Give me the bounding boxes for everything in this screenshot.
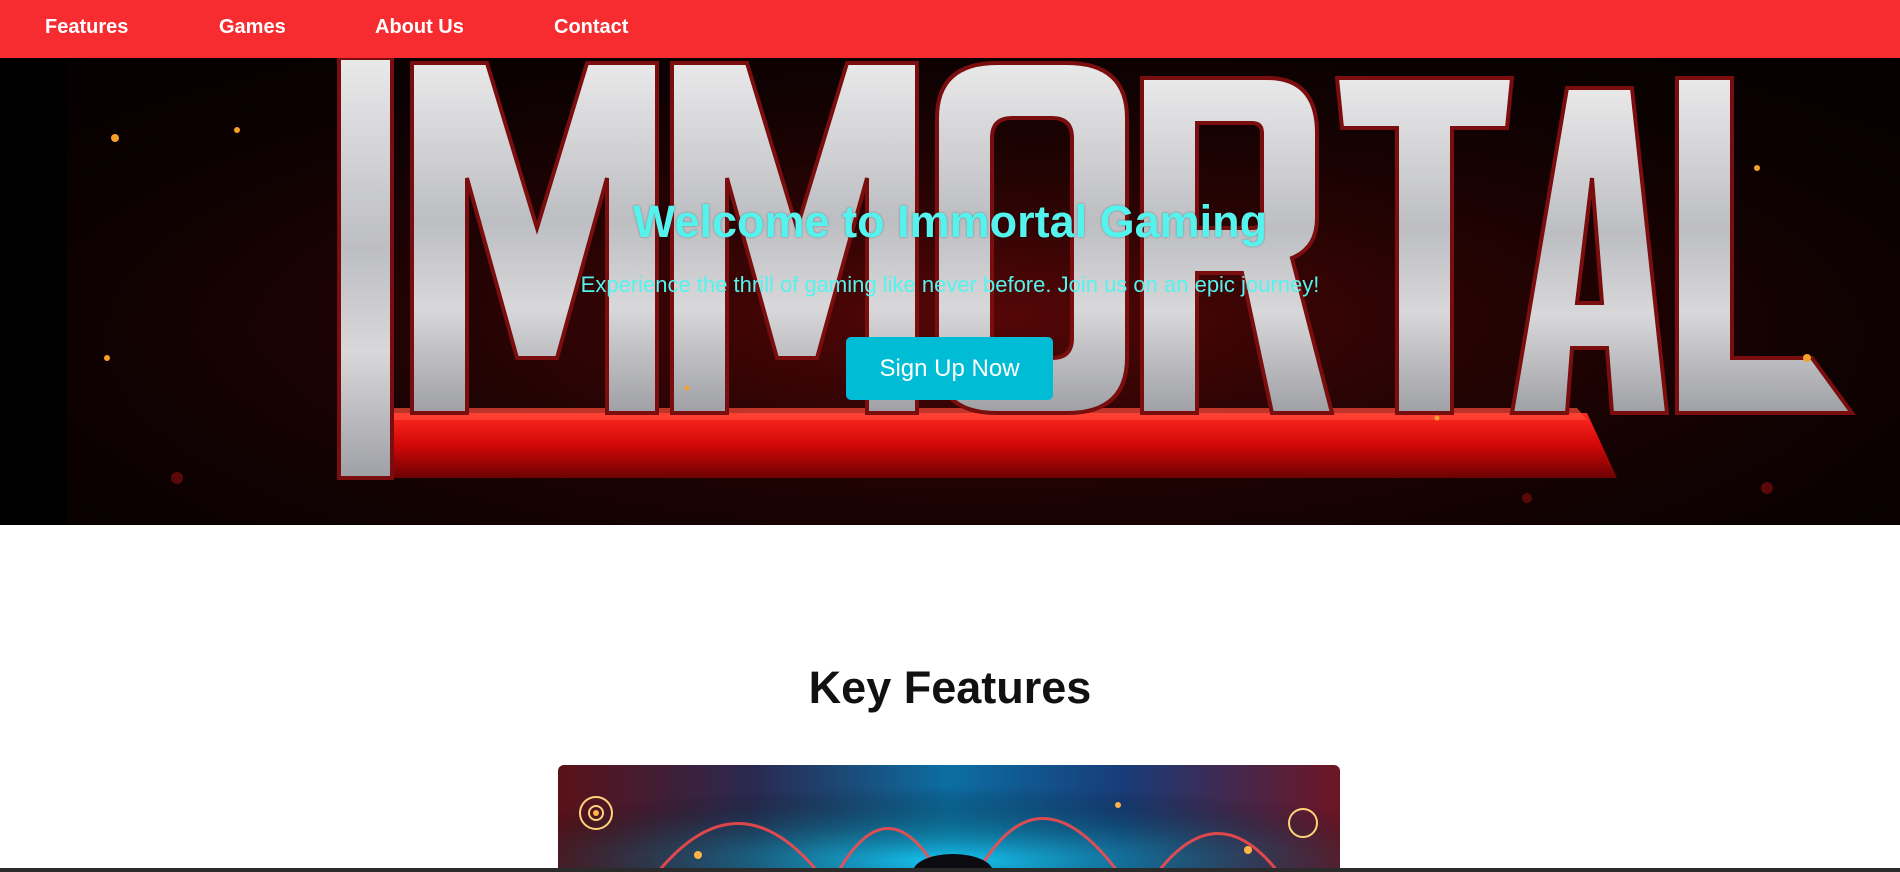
- feature-image-art: [558, 765, 1340, 872]
- nav-link-games[interactable]: Games: [219, 16, 286, 39]
- sign-up-button[interactable]: Sign Up Now: [846, 337, 1053, 400]
- hero-section: Welcome to Immortal Gaming Experience th…: [0, 58, 1900, 525]
- nav-link-about-us[interactable]: About Us: [375, 16, 464, 39]
- feature-card-image: [558, 765, 1340, 872]
- hero-title: Welcome to Immortal Gaming: [632, 196, 1268, 247]
- top-nav: Features Games About Us Contact: [0, 0, 1900, 58]
- viewport-bottom-edge: [0, 868, 1900, 872]
- nav-link-contact[interactable]: Contact: [554, 16, 628, 39]
- nav-link-features[interactable]: Features: [45, 16, 128, 39]
- hero-subtitle: Experience the thrill of gaming like nev…: [580, 272, 1320, 297]
- features-heading: Key Features: [808, 662, 1092, 713]
